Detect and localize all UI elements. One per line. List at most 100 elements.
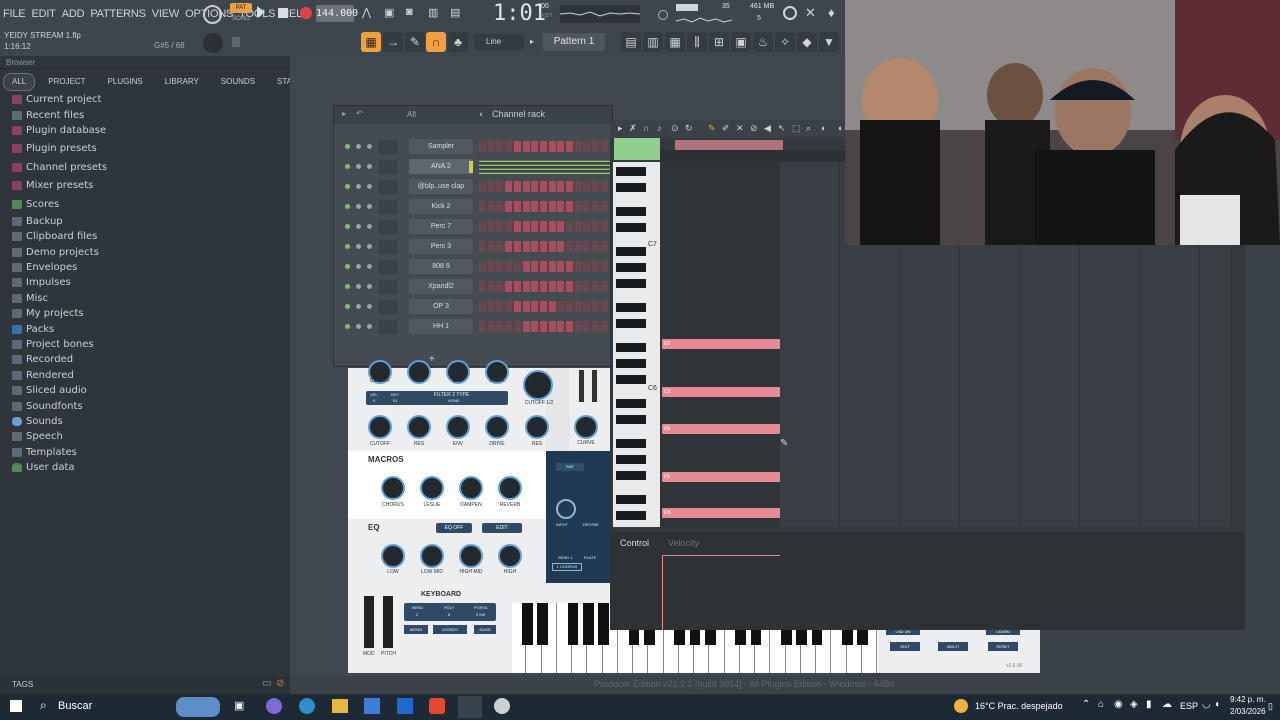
step-button[interactable] — [522, 201, 530, 212]
channel-mixer-track[interactable] — [378, 160, 398, 174]
network-icon[interactable]: ◡ — [1202, 699, 1211, 710]
step-button[interactable] — [479, 221, 486, 232]
high-mid-knob[interactable] — [459, 544, 483, 568]
channel-pan-knob[interactable] — [356, 144, 361, 149]
channel-select-indicator[interactable] — [469, 161, 473, 173]
search-icon[interactable]: ⌕ — [40, 698, 47, 713]
step-button[interactable] — [505, 181, 513, 192]
channel-pan-knob[interactable] — [356, 284, 361, 289]
step-button[interactable] — [505, 241, 513, 252]
step-button[interactable] — [592, 261, 600, 272]
step-button[interactable] — [592, 241, 600, 252]
song-time-display[interactable]: 1:01 — [493, 1, 546, 26]
step-button[interactable] — [583, 261, 591, 272]
tree-item-demo-projects[interactable]: Demo projects — [0, 245, 290, 260]
pattern-selector[interactable]: Pattern 1 — [543, 33, 605, 51]
step-button[interactable] — [548, 221, 556, 232]
rack-filter[interactable]: All — [407, 110, 416, 119]
channel-pan-knob[interactable] — [356, 224, 361, 229]
drive-knob[interactable] — [485, 415, 509, 439]
step-button[interactable] — [566, 321, 573, 332]
step-button[interactable] — [522, 261, 530, 272]
channel-pan-knob[interactable] — [356, 244, 361, 249]
step-button[interactable] — [566, 241, 573, 252]
step-button[interactable] — [539, 301, 547, 312]
note-block[interactable]: C6 — [662, 387, 780, 397]
step-edit-icon[interactable]: ▥ — [428, 6, 444, 20]
step-button[interactable] — [600, 141, 608, 152]
amp-slider-a[interactable] — [579, 370, 584, 402]
taskbar-search-box[interactable]: Buscar — [58, 700, 92, 712]
edge-icon[interactable] — [299, 698, 315, 714]
step-button[interactable] — [548, 261, 556, 272]
step-button[interactable] — [600, 241, 608, 252]
step-button[interactable] — [574, 321, 582, 332]
step-button[interactable] — [505, 201, 513, 212]
eq-off-button[interactable]: EQ OFF — [436, 523, 472, 533]
pr-pencil-icon[interactable]: ✎ — [708, 123, 716, 134]
legato-button[interactable]: LEGATO — [433, 625, 467, 634]
pr-menu-icon[interactable]: ▸ — [618, 123, 623, 134]
channel-mixer-track[interactable] — [378, 240, 398, 254]
black-key[interactable] — [616, 303, 646, 312]
channel-mixer-track[interactable] — [378, 320, 398, 334]
low-mid-knob[interactable] — [420, 544, 444, 568]
tree-item-plugin-presets[interactable]: Plugin presets — [0, 141, 290, 156]
step-button[interactable] — [548, 301, 556, 312]
tree-item-sliced-audio[interactable]: Sliced audio — [0, 383, 290, 398]
step-button[interactable] — [592, 301, 600, 312]
mixer-window-icon[interactable]: ⫼ — [687, 32, 707, 52]
mod-wheel[interactable] — [364, 596, 374, 648]
channel-name-button[interactable]: Sampler — [409, 139, 473, 154]
step-button[interactable] — [566, 201, 573, 212]
obs-icon[interactable] — [494, 698, 510, 714]
pattern-prev-icon[interactable]: ▸ — [530, 34, 537, 50]
main-pitch-knob[interactable] — [203, 33, 223, 53]
tray-icon[interactable]: ◈ — [1130, 699, 1138, 710]
eq-edit-button[interactable]: EDIT — [482, 523, 522, 533]
step-button[interactable] — [548, 241, 556, 252]
step-button[interactable] — [539, 261, 547, 272]
step-button[interactable] — [566, 281, 573, 292]
step-button[interactable] — [592, 281, 600, 292]
channel-enable-led[interactable] — [345, 284, 350, 289]
render-icon[interactable]: ◆ — [797, 32, 817, 52]
control-label[interactable]: Control — [620, 538, 649, 548]
song-toggle[interactable]: SONG — [230, 14, 252, 24]
step-button[interactable] — [496, 241, 504, 252]
tree-item-current-project[interactable]: Current project — [0, 92, 290, 107]
pr-more-icon[interactable]: ◐ — [838, 123, 843, 133]
step-button[interactable] — [539, 321, 547, 332]
edit-button[interactable]: EDIT — [890, 642, 920, 651]
step-button[interactable] — [574, 241, 582, 252]
channel-enable-led[interactable] — [345, 204, 350, 209]
channel-mixer-track[interactable] — [378, 220, 398, 234]
step-button[interactable] — [513, 201, 521, 212]
step-button[interactable] — [531, 261, 539, 272]
step-button[interactable] — [496, 281, 504, 292]
tray-icon[interactable]: ⌂ — [1098, 699, 1104, 710]
step-button[interactable] — [583, 301, 591, 312]
draw-icon[interactable]: ✎ — [405, 32, 425, 52]
porta-value[interactable]: 0 MS — [476, 612, 485, 617]
black-key[interactable] — [616, 183, 646, 192]
res-knob[interactable] — [407, 415, 431, 439]
step-button[interactable] — [513, 281, 521, 292]
step-button[interactable] — [479, 261, 486, 272]
file-explorer-icon[interactable] — [332, 699, 348, 713]
arrow-icon[interactable]: → — [383, 32, 403, 52]
tree-item-rendered[interactable]: Rendered — [0, 368, 290, 383]
tab-project[interactable]: PROJECT — [39, 73, 94, 91]
amp-slider-d[interactable] — [592, 370, 597, 402]
velocity-bar[interactable] — [662, 555, 663, 630]
store-icon[interactable] — [364, 698, 380, 714]
tray-icon[interactable]: ▮ — [1146, 699, 1152, 710]
pitch-wheel[interactable] — [383, 596, 393, 648]
black-key[interactable] — [616, 399, 646, 408]
step-button[interactable] — [479, 301, 486, 312]
channel-name-button[interactable]: Kick 2 — [409, 199, 473, 214]
pr-note-icon[interactable]: ♪ — [657, 123, 662, 133]
step-button[interactable] — [496, 261, 504, 272]
step-button[interactable] — [505, 321, 513, 332]
black-key[interactable] — [616, 319, 646, 328]
